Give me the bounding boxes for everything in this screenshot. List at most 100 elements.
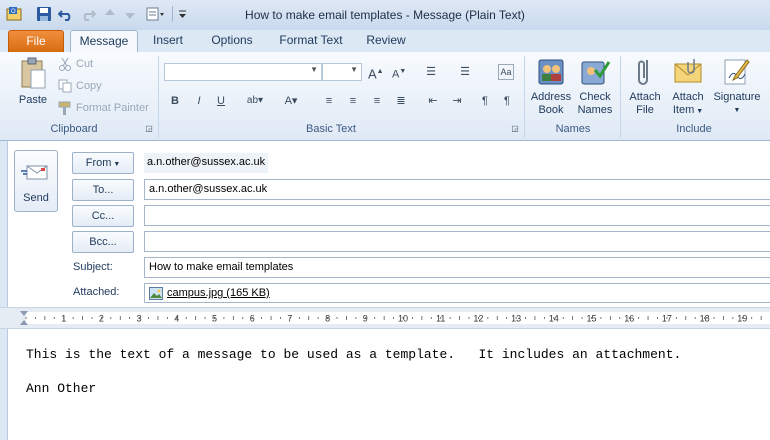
tab-review[interactable]: Review — [360, 30, 412, 52]
left-edge-bar — [0, 141, 8, 440]
numbering-icon[interactable]: ☰ — [458, 65, 472, 79]
tab-options[interactable]: Options — [204, 30, 260, 52]
group-divider — [524, 56, 525, 138]
underline-icon[interactable]: U — [214, 94, 228, 108]
send-button[interactable]: Send — [14, 150, 58, 212]
check-names-label-1: Check — [579, 91, 611, 103]
chevron-down-icon: ▼ — [310, 65, 318, 74]
increase-indent-icon[interactable]: ⇥ — [450, 94, 464, 108]
attach-file-button[interactable]: Attach File — [624, 56, 666, 120]
align-left-icon[interactable]: ≡ — [322, 94, 336, 108]
bcc-button[interactable]: Bcc... — [72, 231, 134, 253]
font-name-combo[interactable]: ▼ — [164, 63, 322, 81]
body-line: Ann Other — [26, 381, 97, 396]
window-title: How to make email templates - Message (P… — [245, 8, 525, 22]
ruler-number: 14 — [549, 314, 559, 324]
font-color-icon[interactable]: A▾ — [280, 94, 302, 108]
to-field[interactable]: a.n.other@sussex.ac.uk — [144, 179, 770, 200]
shrink-font-icon[interactable]: A▼ — [392, 65, 406, 81]
ruler[interactable]: 1 2 3 4 5 6 7 8 9 10 11 12 13 14 15 16 17 18 19 — [0, 307, 770, 329]
signature-label: Signature — [713, 91, 761, 103]
ruler-number: 10 — [398, 314, 408, 324]
send-label: Send — [23, 192, 49, 204]
attach-file-label-1: Attach — [629, 91, 661, 103]
group-divider — [620, 56, 621, 138]
ruler-number: 18 — [700, 314, 710, 324]
ruler-number: 7 — [287, 314, 292, 324]
basic-text-group-label: Basic Text — [306, 123, 356, 135]
basic-text-dialog-launcher-icon[interactable]: ◲ — [510, 124, 520, 134]
signature-button[interactable]: Signature ▼ — [710, 56, 764, 120]
format-painter-button[interactable]: Format Painter — [58, 101, 158, 117]
address-book-label-2: Book — [538, 104, 564, 116]
rtl-icon[interactable]: ¶ — [500, 94, 514, 108]
paste-button[interactable]: Paste — [16, 57, 50, 113]
cc-field[interactable] — [144, 205, 770, 226]
check-names-label-2: Names — [577, 104, 613, 116]
attach-item-label-2: Item ▼ — [672, 104, 704, 116]
format-painter-label: Format Painter — [76, 102, 149, 114]
from-button[interactable]: From ▼ — [72, 152, 134, 174]
chevron-down-icon: ▼ — [111, 161, 121, 168]
ruler-number: 16 — [624, 314, 634, 324]
scissors-icon — [58, 57, 72, 74]
bullets-icon[interactable]: ☰ — [424, 65, 438, 79]
chevron-down-icon: ▼ — [350, 65, 358, 74]
signature-icon — [724, 59, 750, 85]
ruler-number: 1 — [61, 314, 66, 324]
group-divider — [158, 56, 159, 138]
chevron-down-icon: ▼ — [694, 108, 704, 115]
tab-file[interactable]: File — [8, 30, 64, 52]
paperclip-icon — [638, 60, 648, 85]
tab-message[interactable]: Message — [70, 30, 138, 53]
from-label: From — [85, 157, 112, 169]
envelope-icon — [674, 59, 702, 83]
font-size-combo[interactable]: ▼ — [322, 63, 362, 81]
decrease-indent-icon[interactable]: ⇤ — [426, 94, 440, 108]
grow-font-icon[interactable]: A▲ — [368, 65, 384, 81]
bold-icon[interactable]: B — [168, 94, 182, 108]
check-names-button[interactable]: Check Names — [574, 56, 616, 120]
italic-icon[interactable]: I — [192, 94, 206, 108]
address-book-button[interactable]: Address Book — [528, 56, 574, 120]
cc-button[interactable]: Cc... — [72, 205, 134, 227]
from-value[interactable]: a.n.other@sussex.ac.uk — [144, 153, 269, 173]
ruler-number: 9 — [363, 314, 368, 324]
ruler-number: 12 — [473, 314, 483, 324]
address-book-icon — [538, 59, 564, 85]
subject-label: Subject: — [73, 261, 113, 273]
subject-field[interactable]: How to make email templates — [144, 257, 770, 278]
format-painter-icon — [58, 101, 72, 118]
cut-label: Cut — [76, 58, 94, 70]
tab-format-text[interactable]: Format Text — [274, 30, 348, 52]
bcc-field[interactable] — [144, 231, 770, 252]
clipboard-dialog-launcher-icon[interactable]: ◲ — [144, 124, 154, 134]
attach-item-button[interactable]: Attach Item ▼ — [666, 56, 710, 120]
copy-icon — [58, 79, 72, 96]
copy-label: Copy — [76, 80, 102, 92]
check-names-icon — [581, 61, 611, 85]
highlight-icon[interactable]: ab▾ — [244, 94, 266, 108]
cut-button[interactable]: Cut — [58, 57, 148, 73]
align-right-icon[interactable]: ≡ — [370, 94, 384, 108]
address-book-label-1: Address — [530, 91, 572, 103]
ruler-number: 19 — [737, 314, 747, 324]
paste-label: Paste — [18, 94, 48, 106]
to-button[interactable]: To... — [72, 179, 134, 201]
ltr-icon[interactable]: ¶ — [478, 94, 492, 108]
send-envelope-icon — [21, 165, 48, 180]
align-center-icon[interactable]: ≡ — [346, 94, 360, 108]
chevron-down-icon: ▼ — [733, 107, 741, 114]
clipboard-group-label: Clipboard — [50, 123, 98, 135]
names-group-label: Names — [555, 123, 591, 135]
tab-insert[interactable]: Insert — [144, 30, 192, 52]
paste-icon — [21, 57, 46, 89]
attachment-link[interactable]: campus.jpg (165 KB) — [167, 284, 270, 303]
justify-icon[interactable]: ≣ — [394, 94, 408, 108]
image-file-icon — [149, 287, 163, 307]
ruler-number: 5 — [212, 314, 217, 324]
message-body[interactable]: This is the text of a message to be used… — [26, 346, 681, 397]
copy-button[interactable]: Copy — [58, 79, 148, 95]
clear-formatting-icon[interactable]: Aa — [498, 64, 514, 80]
ruler-number: 8 — [325, 314, 330, 324]
